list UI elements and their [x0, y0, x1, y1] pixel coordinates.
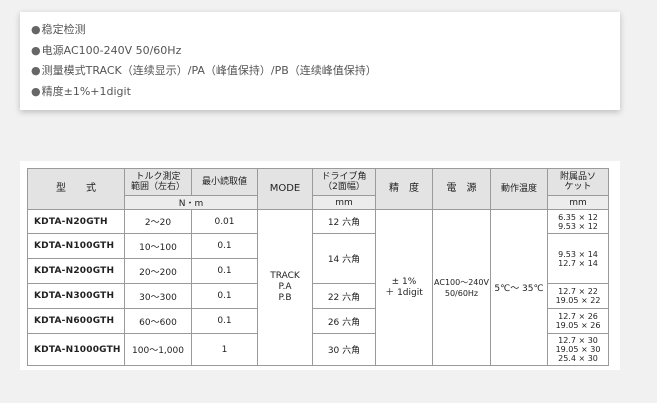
accessory-cell: 12.7 × 30 19.05 × 30 25.4 × 30	[547, 333, 609, 366]
header-mode: MODE	[257, 168, 313, 210]
range-cell: 2～20	[124, 209, 192, 234]
header-min-reading: 最小読取値	[191, 168, 258, 196]
temp-cell: 5℃～ 35℃	[490, 209, 548, 366]
accessory-value: 12.7 × 30	[558, 336, 598, 345]
spec-table-card: 型 式 トルク測定 範囲（左右） 最小読取値 MODE ドライブ角 （2面幅） …	[20, 161, 620, 370]
drive-cell: 12 六角	[312, 209, 376, 234]
unit-accessory: mm	[547, 195, 609, 210]
model-cell: KDTA-N1000GTH	[27, 333, 125, 366]
power-value: 50/60Hz	[444, 288, 479, 298]
power-value: AC100～240V	[434, 277, 489, 287]
range-cell: 60～600	[124, 308, 192, 334]
header-temp: 動作温度	[490, 168, 548, 210]
drive-cell: 30 六角	[312, 333, 376, 366]
min-reading-cell: 0.1	[191, 258, 258, 284]
mode-cell: TRACK P.A P.B	[257, 209, 313, 366]
accessory-cell: 12.7 × 26 19.05 × 26	[547, 308, 609, 334]
accessory-value: 9.53 × 14	[558, 249, 598, 259]
feature-text: 测量模式TRACK（连续显示）/PA（峰值保持）/PB（连续峰值保持）	[41, 64, 377, 77]
mode-value: TRACK	[270, 271, 300, 281]
accessory-value: 19.05 × 26	[555, 321, 601, 330]
feature-item: ●精度±1%+1digit	[31, 82, 620, 103]
model-cell: KDTA-N20GTH	[27, 209, 125, 234]
feature-item: ●电源AC100-240V 50/60Hz	[31, 41, 620, 62]
accessory-value: 12.7 × 22	[558, 287, 598, 296]
min-reading-cell: 0.01	[191, 209, 258, 234]
feature-text: 稳定检测	[41, 23, 86, 36]
model-cell: KDTA-N300GTH	[27, 283, 125, 309]
range-cell: 100～1,000	[124, 333, 192, 366]
accessory-cell: 6.35 × 12 9.53 × 12	[547, 209, 609, 234]
accuracy-value: ＋ 1digit	[385, 287, 423, 298]
accessory-cell: 12.7 × 22 19.05 × 22	[547, 283, 609, 309]
accessory-value: 9.53 × 12	[558, 221, 598, 231]
bullet-icon: ●	[31, 84, 41, 98]
min-reading-cell: 0.1	[191, 283, 258, 309]
accessory-value: 12.7 × 26	[558, 312, 598, 321]
unit-torque: N・m	[124, 195, 258, 210]
min-reading-cell: 1	[191, 333, 258, 366]
spec-table: 型 式 トルク測定 範囲（左右） 最小読取値 MODE ドライブ角 （2面幅） …	[27, 168, 609, 366]
feature-text: 精度±1%+1digit	[41, 84, 131, 98]
drive-cell: 22 六角	[312, 283, 376, 309]
drive-cell: 14 六角	[312, 233, 376, 284]
bullet-icon: ●	[31, 43, 41, 57]
feature-list: ●稳定检测 ●电源AC100-240V 50/60Hz ●测量模式TRACK（连…	[20, 12, 620, 102]
table-row: KDTA-N20GTH 2～20 0.01 TRACK P.A P.B 12 六…	[27, 209, 609, 366]
range-cell: 20～200	[124, 258, 192, 284]
drive-cell: 26 六角	[312, 308, 376, 334]
model-cell: KDTA-N600GTH	[27, 308, 125, 334]
mode-value: P.B	[278, 293, 292, 303]
feature-item: ●测量模式TRACK（连续显示）/PA（峰值保持）/PB（连续峰值保持）	[31, 61, 620, 82]
features-panel: ●稳定检测 ●电源AC100-240V 50/60Hz ●测量模式TRACK（连…	[20, 12, 620, 110]
accuracy-cell: ± 1% ＋ 1digit	[375, 209, 433, 366]
header-drive: ドライブ角 （2面幅）	[312, 168, 376, 196]
header-power: 電 源	[432, 168, 491, 210]
accessory-value: 19.05 × 30	[555, 345, 601, 354]
unit-drive: mm	[312, 195, 376, 210]
accessory-value: 19.05 × 22	[555, 296, 601, 305]
range-cell: 10～100	[124, 233, 192, 259]
bullet-icon: ●	[31, 23, 41, 36]
bullet-icon: ●	[31, 64, 41, 77]
range-cell: 30～300	[124, 283, 192, 309]
header-accuracy: 精 度	[375, 168, 433, 210]
header-range: トルク測定 範囲（左右）	[124, 168, 192, 196]
accessory-value: 6.35 × 12	[558, 212, 598, 222]
accuracy-value: ± 1%	[391, 276, 417, 287]
accessory-value: 12.7 × 14	[558, 258, 598, 268]
min-reading-cell: 0.1	[191, 308, 258, 334]
header-accessory: 附属品ソ ケット	[547, 168, 609, 196]
accessory-value: 25.4 × 30	[558, 354, 598, 363]
feature-item: ●稳定检测	[31, 20, 620, 41]
feature-text: 电源AC100-240V 50/60Hz	[41, 43, 182, 57]
mode-value: P.A	[278, 282, 292, 292]
header-model: 型 式	[27, 168, 125, 210]
model-cell: KDTA-N200GTH	[27, 258, 125, 284]
accessory-cell: 9.53 × 14 12.7 × 14	[547, 233, 609, 284]
min-reading-cell: 0.1	[191, 233, 258, 259]
model-cell: KDTA-N100GTH	[27, 233, 125, 259]
power-cell: AC100～240V 50/60Hz	[432, 209, 491, 366]
